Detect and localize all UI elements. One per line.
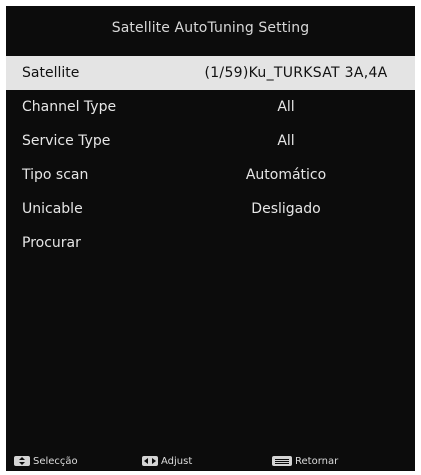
menu-item-procurar[interactable]: Procurar — [6, 226, 415, 260]
footer-hints: Selecção Adjust Retornar — [6, 451, 415, 471]
hint-select: Selecção — [14, 456, 78, 467]
settings-menu: Satellite (1/59)Ku_TURKSAT 3A,4A Channel… — [6, 56, 415, 260]
hint-return: Retornar — [272, 456, 338, 467]
menu-item-label: Service Type — [22, 133, 111, 149]
hint-select-label: Selecção — [33, 455, 78, 467]
menu-item-service-type[interactable]: Service Type All — [6, 124, 415, 158]
hint-adjust-label: Adjust — [161, 455, 193, 467]
menu-item-channel-type[interactable]: Channel Type All — [6, 90, 415, 124]
menu-item-value: (1/59)Ku_TURKSAT 3A,4A — [204, 65, 388, 81]
menu-item-label: Procurar — [22, 235, 81, 251]
menu-item-tipo-scan[interactable]: Tipo scan Automático — [6, 158, 415, 192]
menu-item-value: Automático — [245, 167, 327, 183]
left-right-icon — [142, 456, 158, 466]
menu-item-value: All — [277, 99, 295, 115]
menu-item-value: Desligado — [251, 201, 321, 217]
up-down-icon — [14, 456, 30, 466]
menu-item-label: Satellite — [22, 65, 80, 81]
menu-item-unicable[interactable]: Unicable Desligado — [6, 192, 415, 226]
menu-item-label: Tipo scan — [22, 167, 89, 183]
menu-key-icon — [272, 456, 292, 466]
menu-item-value: All — [277, 133, 295, 149]
hint-return-label: Retornar — [295, 455, 339, 467]
menu-item-label: Unicable — [22, 201, 83, 217]
tv-osd-screen: Satellite AutoTuning Setting Satellite (… — [6, 6, 415, 471]
page-title: Satellite AutoTuning Setting — [111, 20, 310, 36]
menu-item-satellite[interactable]: Satellite (1/59)Ku_TURKSAT 3A,4A — [6, 56, 415, 90]
menu-item-label: Channel Type — [22, 99, 117, 115]
hint-adjust: Adjust — [142, 456, 192, 467]
